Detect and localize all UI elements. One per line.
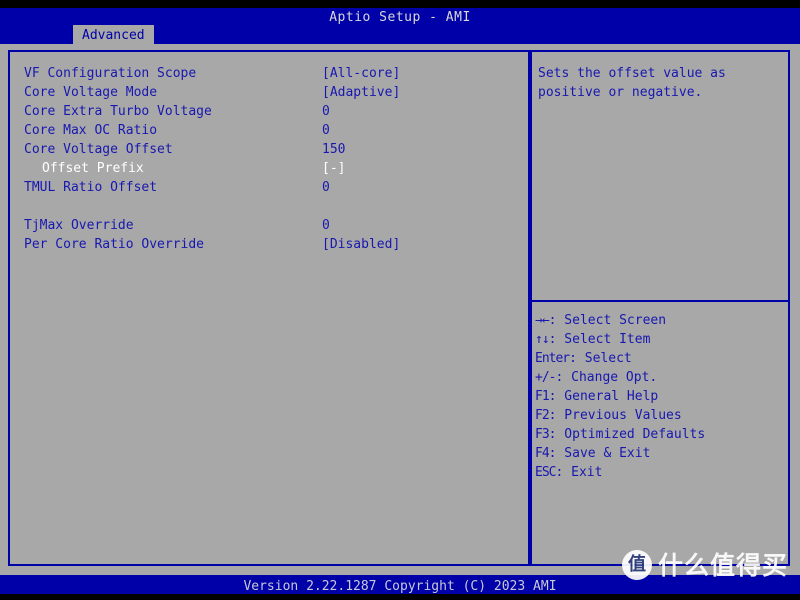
key-glyph-icon: ↑↓	[535, 332, 550, 347]
setting-value[interactable]: [All-core]	[322, 64, 400, 83]
key-legend: →←: Select Screen ↑↓: Select Item Enter: S…	[535, 311, 787, 482]
setting-value[interactable]: [Adaptive]	[322, 83, 400, 102]
key-glyph-icon: F1	[535, 389, 550, 404]
key-legend-row: F4: Save & Exit	[535, 444, 787, 463]
key-legend-row: ESC: Exit	[535, 463, 787, 482]
settings-row[interactable]: Per Core Ratio Override [Disabled]	[24, 235, 514, 254]
setting-label: Core Max OC Ratio	[24, 123, 158, 138]
setting-value[interactable]: [Disabled]	[322, 235, 400, 254]
key-action-label: : Save & Exit	[548, 446, 651, 461]
key-legend-row: Enter: Select	[535, 349, 787, 368]
key-action-label: : Optimized Defaults	[548, 427, 706, 442]
watermark: 值 什么值得买	[622, 550, 788, 580]
key-action-label: : General Help	[548, 389, 659, 404]
key-legend-row: +/-: Change Opt.	[535, 368, 787, 387]
setting-value[interactable]: 0	[322, 102, 330, 121]
key-action-label: : Select	[569, 351, 632, 366]
help-line: positive or negative.	[538, 85, 703, 100]
key-action-label: : Select Screen	[548, 313, 667, 328]
key-action-label: : Select Item	[548, 332, 651, 347]
setting-label: VF Configuration Scope	[24, 66, 197, 81]
setting-value[interactable]: 150	[322, 140, 345, 159]
help-line: Sets the offset value as	[538, 66, 726, 81]
key-legend-row: F1: General Help	[535, 387, 787, 406]
menu-tab-bar: Advanced	[0, 25, 800, 47]
setting-value[interactable]: 0	[322, 216, 330, 235]
settings-row[interactable]: Core Extra Turbo Voltage 0	[24, 102, 514, 121]
help-description: Sets the offset value as positive or nega…	[538, 64, 782, 102]
settings-row[interactable]: Core Voltage Mode [Adaptive]	[24, 83, 514, 102]
key-glyph-icon: F3	[535, 427, 550, 442]
key-glyph-icon: ESC	[535, 465, 557, 480]
settings-spacer-row	[24, 197, 514, 216]
setting-value[interactable]: 0	[322, 178, 330, 197]
key-legend-row: →←: Select Screen	[535, 311, 787, 330]
settings-row[interactable]: TMUL Ratio Offset 0	[24, 178, 514, 197]
settings-row[interactable]: Core Voltage Offset 150	[24, 140, 514, 159]
key-action-label: : Change Opt.	[555, 370, 658, 385]
setting-label: TMUL Ratio Offset	[24, 180, 158, 195]
key-glyph-icon: →←	[535, 313, 550, 328]
help-separator	[532, 300, 788, 302]
key-legend-row: F2: Previous Values	[535, 406, 787, 425]
setting-label: Offset Prefix	[42, 161, 144, 176]
key-glyph-icon: Enter	[535, 351, 570, 366]
settings-row[interactable]: Core Max OC Ratio 0	[24, 121, 514, 140]
key-legend-row: F3: Optimized Defaults	[535, 425, 787, 444]
key-glyph-icon: F4	[535, 446, 550, 461]
key-glyph-icon: +/-	[535, 370, 557, 385]
key-glyph-icon: F2	[535, 408, 550, 423]
bios-setup-screen: Aptio Setup - AMI Advanced VF Configurat…	[0, 0, 800, 600]
watermark-logo-icon: 值	[622, 550, 652, 580]
settings-list: VF Configuration Scope [All-core] Core Vol…	[24, 64, 514, 254]
key-action-label: : Exit	[555, 465, 603, 480]
setting-value[interactable]: 0	[322, 121, 330, 140]
setting-label: TjMax Override	[24, 218, 134, 233]
setting-label: Core Voltage Mode	[24, 85, 158, 100]
help-panel	[530, 50, 790, 566]
settings-row[interactable]: Offset Prefix [-]	[24, 159, 514, 178]
setting-label: Core Voltage Offset	[24, 142, 173, 157]
setting-label: Core Extra Turbo Voltage	[24, 104, 212, 119]
setting-value[interactable]: [-]	[322, 159, 345, 178]
settings-row[interactable]: TjMax Override 0	[24, 216, 514, 235]
key-action-label: : Previous Values	[548, 408, 682, 423]
settings-row[interactable]: VF Configuration Scope [All-core]	[24, 64, 514, 83]
key-legend-row: ↑↓: Select Item	[535, 330, 787, 349]
setting-label: Per Core Ratio Override	[24, 237, 205, 252]
watermark-text: 什么值得买	[658, 550, 789, 580]
